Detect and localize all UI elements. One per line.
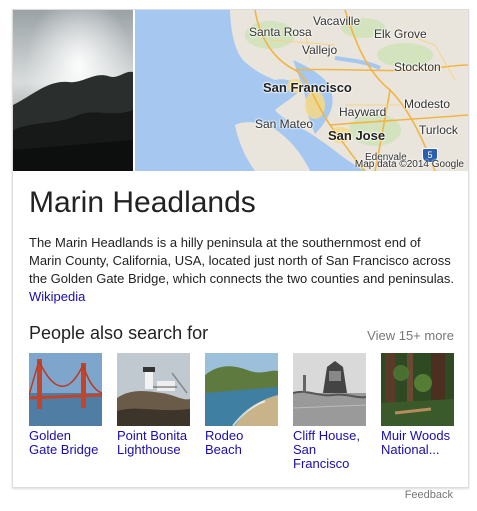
map-label-vallejo: Vallejo [302, 43, 338, 57]
rodeo-beach-image[interactable] [205, 353, 278, 426]
description-text: The Marin Headlands is a hilly peninsula… [29, 235, 454, 286]
view-more-link[interactable]: View 15+ more [367, 328, 454, 343]
related-item-point-bonita-lighthouse[interactable]: Point Bonita Lighthouse [117, 353, 190, 457]
related-item-label[interactable]: Rodeo Beach [205, 429, 278, 457]
related-thumbnails: Golden Gate Bridge Point Bonita Lighthou… [29, 353, 457, 473]
feedback-link[interactable]: Feedback [405, 489, 453, 501]
related-item-golden-gate-bridge[interactable]: Golden Gate Bridge [29, 353, 102, 457]
people-also-search-heading: People also search for [29, 323, 209, 343]
map-label-modesto: Modesto [404, 97, 451, 111]
knowledge-panel: Vacaville Santa Rosa Elk Grove Vallejo S… [12, 9, 469, 488]
map-label-san-mateo: San Mateo [255, 117, 314, 131]
related-item-muir-woods[interactable]: Muir Woods National... [381, 353, 454, 457]
map-label-elk-grove: Elk Grove [374, 27, 427, 41]
hero-images: Vacaville Santa Rosa Elk Grove Vallejo S… [13, 10, 468, 171]
headlands-photo[interactable] [13, 10, 133, 171]
map-label-hayward: Hayward [339, 105, 387, 119]
muir-woods-image[interactable] [381, 353, 454, 426]
related-item-label[interactable]: Golden Gate Bridge [29, 429, 102, 457]
related-item-label[interactable]: Cliff House, San Francisco [293, 429, 366, 471]
map-label-vacaville: Vacaville [313, 14, 361, 28]
map-label-stockton: Stockton [394, 60, 441, 74]
entity-title: Marin Headlands [29, 186, 256, 219]
entity-description: The Marin Headlands is a hilly peninsula… [29, 234, 454, 306]
related-item-label[interactable]: Point Bonita Lighthouse [117, 429, 190, 457]
point-bonita-lighthouse-image[interactable] [117, 353, 190, 426]
cliff-house-image[interactable] [293, 353, 366, 426]
related-item-rodeo-beach[interactable]: Rodeo Beach [205, 353, 278, 457]
map-label-turlock: Turlock [419, 123, 458, 137]
related-item-cliff-house[interactable]: Cliff House, San Francisco [293, 353, 366, 471]
map-label-san-jose: San Jose [328, 128, 386, 143]
map-credit: Map data ©2014 Google [354, 159, 464, 170]
wikipedia-link[interactable]: Wikipedia [29, 289, 85, 304]
map-label-santa-rosa: Santa Rosa [249, 25, 312, 39]
related-item-label[interactable]: Muir Woods National... [381, 429, 454, 457]
map-label-san-francisco: San Francisco [263, 80, 352, 95]
golden-gate-bridge-image[interactable] [29, 353, 102, 426]
area-map[interactable]: Vacaville Santa Rosa Elk Grove Vallejo S… [135, 10, 468, 171]
